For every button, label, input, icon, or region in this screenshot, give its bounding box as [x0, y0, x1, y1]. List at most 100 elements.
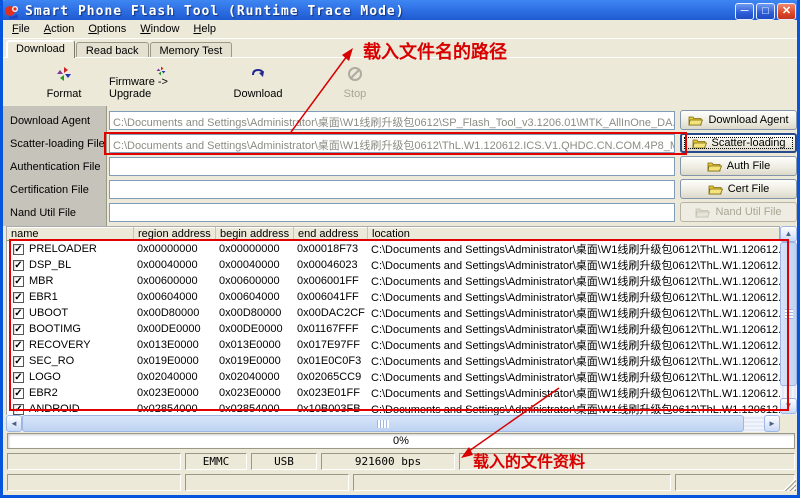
- row-checkbox[interactable]: ✓: [13, 372, 24, 383]
- app-icon: [4, 4, 20, 20]
- begin-address: 0x013E0000: [215, 339, 293, 351]
- table-row[interactable]: ✓PRELOADER 0x00000000 0x00000000 0x00018…: [7, 241, 780, 257]
- table-body: ✓PRELOADER 0x00000000 0x00000000 0x00018…: [6, 241, 780, 415]
- region-address: 0x023E0000: [133, 387, 215, 399]
- table-row[interactable]: ✓SEC_RO 0x019E0000 0x019E0000 0x01E0C0F3…: [7, 353, 780, 369]
- tab-read-back[interactable]: Read back: [76, 42, 149, 58]
- table-row[interactable]: ✓DSP_BL 0x00040000 0x00040000 0x00046023…: [7, 257, 780, 273]
- row-checkbox[interactable]: ✓: [13, 308, 24, 319]
- download-label: Download: [234, 88, 283, 100]
- menu-action[interactable]: Action: [37, 21, 82, 37]
- auth-file-button[interactable]: Auth File: [680, 156, 797, 176]
- end-address: 0x00018F73: [293, 243, 367, 255]
- scroll-right-button[interactable]: ►: [764, 415, 780, 432]
- region-address: 0x013E0000: [133, 339, 215, 351]
- vertical-scroll-thumb[interactable]: [780, 242, 797, 386]
- row-checkbox[interactable]: ✓: [13, 404, 24, 415]
- format-button[interactable]: Format: [33, 64, 95, 102]
- file-location: C:\Documents and Settings\Administrator\…: [367, 305, 780, 321]
- row-checkbox[interactable]: ✓: [13, 260, 24, 271]
- minimize-button[interactable]: ─: [735, 3, 754, 20]
- download-agent-button[interactable]: Download Agent: [680, 110, 797, 130]
- auth-file-field[interactable]: [109, 157, 675, 176]
- file-location: C:\Documents and Settings\Administrator\…: [367, 353, 780, 369]
- download-button[interactable]: Download: [225, 64, 291, 102]
- partition-name: BOOTIMG: [29, 323, 81, 335]
- auth-file-label: Authentication File: [10, 161, 101, 173]
- partition-name: UBOOT: [29, 307, 68, 319]
- menu-help[interactable]: Help: [186, 21, 223, 37]
- row-checkbox[interactable]: ✓: [13, 340, 24, 351]
- col-end-address[interactable]: end address: [294, 227, 368, 240]
- status-cell-empty: [7, 474, 181, 491]
- tab-memory-test[interactable]: Memory Test: [150, 42, 233, 58]
- end-address: 0x006041FF: [293, 291, 367, 303]
- begin-address: 0x00D80000: [215, 307, 293, 319]
- col-begin-address[interactable]: begin address: [216, 227, 294, 240]
- stop-icon: [347, 66, 363, 82]
- thumb-grip: [785, 309, 793, 319]
- region-address: 0x00600000: [133, 275, 215, 287]
- table-row[interactable]: ✓ RECOVERY 0x013E0000 0x013E0000 0x017E97…: [7, 337, 780, 353]
- region-address: 0x02040000: [133, 371, 215, 383]
- cert-file-label: Certification File: [10, 184, 89, 196]
- col-name[interactable]: name: [7, 227, 134, 240]
- horizontal-scroll-thumb[interactable]: [22, 415, 744, 432]
- table-row[interactable]: ✓LOGO 0x02040000 0x02040000 0x02065CC9 C…: [7, 369, 780, 385]
- vertical-scrollbar[interactable]: ▲ ▼: [780, 226, 797, 415]
- row-checkbox[interactable]: ✓: [13, 292, 24, 303]
- status-cell-usb: USB: [251, 453, 317, 470]
- partition-name: SEC_RO: [29, 355, 74, 367]
- download-icon: [250, 66, 266, 82]
- download-agent-field[interactable]: C:\Documents and Settings\Administrator\…: [109, 111, 675, 130]
- resize-grip[interactable]: [783, 478, 796, 491]
- scatter-file-field[interactable]: C:\Documents and Settings\Administrator\…: [109, 134, 675, 153]
- menu-window[interactable]: Window: [133, 21, 186, 37]
- file-location: C:\Documents and Settings\Administrator\…: [367, 257, 780, 273]
- scatter-loading-button[interactable]: Scatter-loading: [680, 133, 797, 153]
- table-row[interactable]: ✓EBR2 0x023E0000 0x023E0000 0x023E01FF C…: [7, 385, 780, 401]
- begin-address: 0x00040000: [215, 259, 293, 271]
- nand-util-field[interactable]: [109, 203, 675, 222]
- partition-name: PRELOADER: [29, 243, 97, 255]
- table-row[interactable]: ✓EBR1 0x00604000 0x00604000 0x006041FF C…: [7, 289, 780, 305]
- end-address: 0x01E0C0F3: [293, 355, 367, 367]
- begin-address: 0x02854000: [215, 403, 293, 415]
- begin-address: 0x023E0000: [215, 387, 293, 399]
- download-agent-button-label: Download Agent: [708, 114, 788, 126]
- partition-name: RECOVERY: [29, 339, 91, 351]
- scroll-up-button[interactable]: ▲: [780, 226, 797, 242]
- table-row[interactable]: ✓UBOOT 0x00D80000 0x00D80000 0x00DAC2CF …: [7, 305, 780, 321]
- row-checkbox[interactable]: ✓: [13, 324, 24, 335]
- end-address: 0x02065CC9: [293, 371, 367, 383]
- cert-file-button[interactable]: Cert File: [680, 179, 797, 199]
- file-location: C:\Documents and Settings\Administrator\…: [367, 241, 780, 257]
- row-checkbox[interactable]: ✓: [13, 276, 24, 287]
- status-cell-baud: 921600 bps: [321, 453, 455, 470]
- row-checkbox[interactable]: ✓: [13, 388, 24, 399]
- horizontal-scrollbar[interactable]: ◄ ►: [6, 415, 780, 432]
- col-region-address[interactable]: region address: [134, 227, 216, 240]
- menu-options[interactable]: Options: [81, 21, 133, 37]
- status-cell-empty: [675, 474, 795, 491]
- scrollbar-corner: [780, 415, 797, 432]
- table-row[interactable]: ✓MBR 0x00600000 0x00600000 0x006001FF C:…: [7, 273, 780, 289]
- end-address: 0x017E97FF: [293, 339, 367, 351]
- cert-file-field[interactable]: [109, 180, 675, 199]
- close-button[interactable]: ✕: [777, 3, 796, 20]
- firmware-upgrade-button[interactable]: Firmware -> Upgrade: [105, 64, 217, 102]
- table-row[interactable]: ✓BOOTIMG 0x00DE0000 0x00DE0000 0x01167FF…: [7, 321, 780, 337]
- row-checkbox[interactable]: ✓: [13, 244, 24, 255]
- region-address: 0x019E0000: [133, 355, 215, 367]
- download-agent-label: Download Agent: [10, 115, 90, 127]
- row-checkbox[interactable]: ✓: [13, 356, 24, 367]
- col-location[interactable]: location: [368, 227, 779, 240]
- scroll-left-button[interactable]: ◄: [6, 415, 22, 432]
- folder-icon: [707, 161, 722, 172]
- nand-util-file-button: Nand Util File: [680, 202, 797, 222]
- tab-download[interactable]: Download: [6, 40, 75, 58]
- table-row[interactable]: ✓ANDROID 0x02854000 0x02854000 0x10B003F…: [7, 401, 780, 415]
- menu-file[interactable]: File: [5, 21, 37, 37]
- maximize-button[interactable]: □: [756, 3, 775, 20]
- scroll-down-button[interactable]: ▼: [780, 398, 797, 414]
